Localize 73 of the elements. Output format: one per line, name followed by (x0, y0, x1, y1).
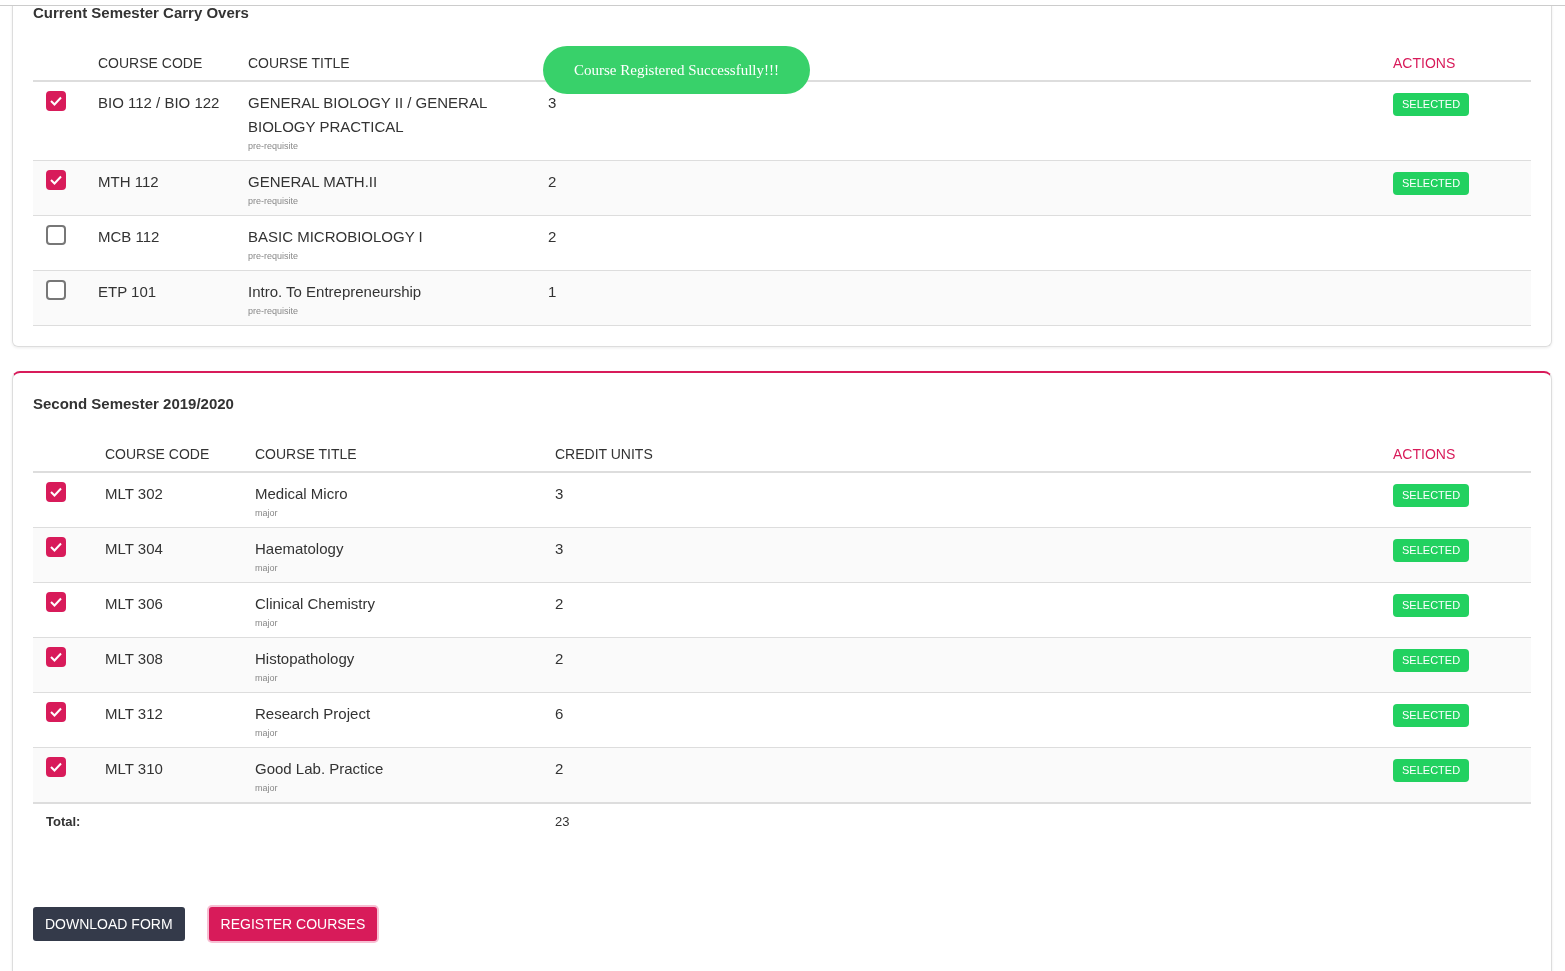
checkbox[interactable] (46, 647, 66, 667)
course-code: MLT 306 (105, 595, 163, 612)
course-tag: pre-requisite (248, 139, 548, 153)
checkbox[interactable] (46, 170, 66, 190)
course-code: MLT 312 (105, 705, 163, 722)
check-icon (50, 175, 62, 185)
course-title: Good Lab. Practice (255, 759, 385, 779)
course-code: MLT 308 (105, 650, 163, 667)
check-icon (50, 542, 62, 552)
course-code: BIO 112 / BIO 122 (98, 94, 220, 111)
course-code: ETP 101 (98, 283, 157, 300)
credit-units: 3 (555, 540, 564, 557)
course-code: MTH 112 (98, 173, 159, 190)
status-badge: SELECTED (1393, 539, 1470, 562)
course-tag: major (255, 726, 555, 740)
credit-units: 6 (555, 705, 564, 722)
status-badge: SELECTED (1393, 594, 1470, 617)
course-code: MLT 302 (105, 485, 163, 502)
course-tag: pre-requisite (248, 194, 548, 208)
credit-units: 3 (555, 485, 564, 502)
checkbox[interactable] (46, 225, 66, 245)
status-badge: SELECTED (1393, 704, 1470, 727)
credit-units: 2 (548, 228, 557, 245)
course-title: Research Project (255, 704, 372, 724)
course-title: Intro. To Entrepreneurship (248, 282, 423, 302)
check-icon (50, 652, 62, 662)
check-icon (50, 487, 62, 497)
credit-units: 1 (548, 283, 557, 300)
course-title: Haematology (255, 539, 345, 559)
checkbox[interactable] (46, 482, 66, 502)
register-button[interactable]: REGISTER COURSES (208, 907, 378, 941)
credit-units: 2 (548, 173, 557, 190)
course-code: MLT 304 (105, 540, 163, 557)
checkbox[interactable] (46, 592, 66, 612)
success-toast: Course Registered Successfully!!! (543, 46, 810, 94)
check-icon (50, 96, 62, 106)
course-title: Clinical Chemistry (255, 594, 377, 614)
checkbox[interactable] (46, 757, 66, 777)
credit-units: 3 (548, 94, 557, 111)
checkbox[interactable] (46, 537, 66, 557)
checkbox[interactable] (46, 91, 66, 111)
course-tag: major (255, 781, 555, 795)
total-label: Total: (46, 814, 81, 829)
status-badge: SELECTED (1393, 649, 1470, 672)
check-icon (50, 762, 62, 772)
credit-units: 2 (555, 650, 564, 667)
credit-units: 2 (555, 595, 564, 612)
checkbox[interactable] (46, 280, 66, 300)
check-icon (50, 707, 62, 717)
status-badge: SELECTED (1393, 759, 1470, 782)
course-tag: major (255, 616, 555, 630)
course-tag: major (255, 671, 555, 685)
course-code: MCB 112 (98, 228, 160, 245)
download-button[interactable]: DOWNLOAD FORM (33, 907, 185, 941)
status-badge: SELECTED (1393, 484, 1470, 507)
course-title: Histopathology (255, 649, 356, 669)
course-title: BASIC MICROBIOLOGY I (248, 227, 424, 247)
total-value: 23 (555, 814, 570, 829)
course-title: GENERAL BIOLOGY II / GENERAL BIOLOGY PRACTICAL (248, 93, 488, 137)
checkbox[interactable] (46, 702, 66, 722)
section-title: Current Semester Carry Overs (33, 6, 250, 21)
course-tag: pre-requisite (248, 249, 548, 263)
course-tag: major (255, 561, 555, 575)
status-badge: SELECTED (1393, 172, 1470, 195)
credit-units: 2 (555, 760, 564, 777)
status-badge: SELECTED (1393, 93, 1470, 116)
course-title: Medical Micro (255, 484, 349, 504)
course-tag: pre-requisite (248, 304, 548, 318)
course-title: GENERAL MATH.II (248, 172, 379, 192)
check-icon (50, 597, 62, 607)
course-tag: major (255, 506, 555, 520)
course-code: MLT 310 (105, 760, 163, 777)
section-title: Second Semester 2019/2020 (33, 395, 235, 412)
